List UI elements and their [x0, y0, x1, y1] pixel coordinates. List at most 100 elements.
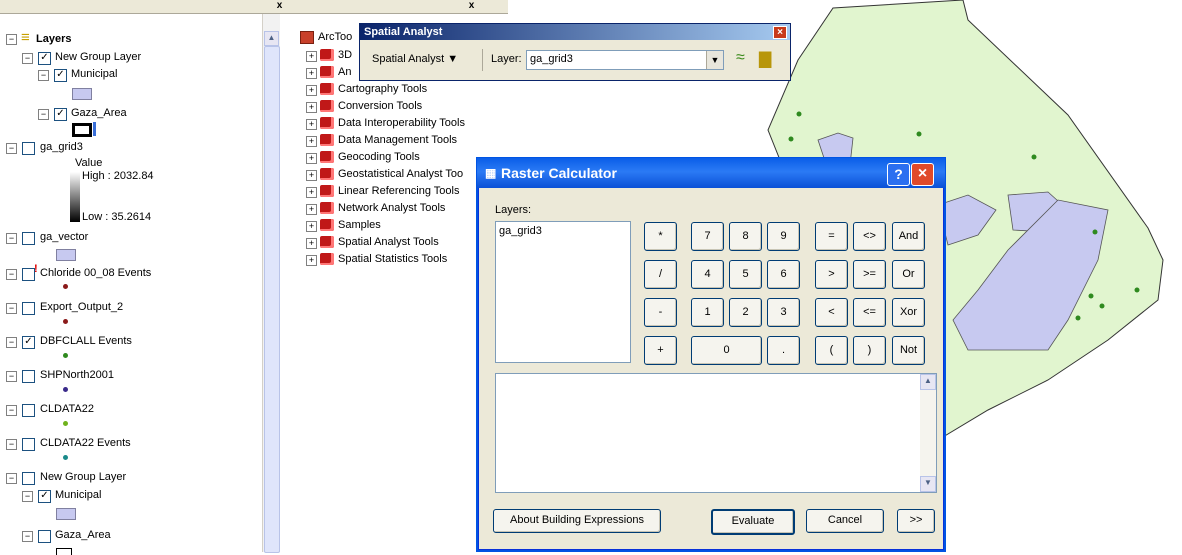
divide-button[interactable]: /	[644, 260, 677, 289]
toolbox-expand-toggle[interactable]: +	[306, 221, 317, 232]
toolbox-item-label[interactable]: 3D	[338, 47, 352, 63]
help-button[interactable]: ?	[887, 163, 910, 186]
toolbox-expand-toggle[interactable]: +	[306, 85, 317, 96]
group-layer2-collapse-toggle[interactable]: −	[6, 473, 17, 484]
evaluate-button[interactable]: Evaluate	[711, 509, 795, 535]
toolbox-expand-toggle[interactable]: +	[306, 170, 317, 181]
gaza-area-collapse-toggle[interactable]: −	[38, 109, 49, 120]
key-2-button[interactable]: 2	[729, 298, 762, 327]
toolbox-item-label[interactable]: Spatial Statistics Tools	[338, 251, 447, 267]
ga-grid3-collapse-toggle[interactable]: −	[6, 143, 17, 154]
municipal2-collapse-toggle[interactable]: −	[22, 491, 33, 502]
contour-tool-icon[interactable]: ≈	[736, 49, 745, 67]
dbfclall-collapse-toggle[interactable]: −	[6, 337, 17, 348]
right-paren-button[interactable]: )	[853, 336, 886, 365]
key-0-button[interactable]: 0	[691, 336, 762, 365]
toolbox-expand-toggle[interactable]: +	[306, 204, 317, 215]
raster-calculator-titlebar[interactable]: ▦ Raster Calculator ? ×	[477, 158, 945, 188]
gaza-area2-checkbox[interactable]	[38, 530, 51, 543]
spatial-analyst-close-button[interactable]: ×	[773, 26, 787, 39]
layer-list-item[interactable]: ga_grid3	[499, 225, 542, 237]
shpnorth-collapse-toggle[interactable]: −	[6, 371, 17, 382]
decimal-point-button[interactable]: .	[767, 336, 800, 365]
toolbox-item-label[interactable]: Data Interoperability Tools	[338, 115, 465, 131]
ga-grid3-checkbox[interactable]	[22, 142, 35, 155]
greater-equal-button[interactable]: >=	[853, 260, 886, 289]
toolbox-item-label[interactable]: Spatial Analyst Tools	[338, 234, 439, 250]
key-7-button[interactable]: 7	[691, 222, 724, 251]
toolbox-expand-toggle[interactable]: +	[306, 136, 317, 147]
toc-close-button[interactable]: x	[274, 1, 285, 12]
toolbox-expand-toggle[interactable]: +	[306, 102, 317, 113]
less-equal-button[interactable]: <=	[853, 298, 886, 327]
expression-textarea[interactable]: ▲ ▼	[495, 373, 937, 493]
dbfclall-checkbox[interactable]: ✓	[22, 336, 35, 349]
not-button[interactable]: Not	[892, 336, 925, 365]
key-6-button[interactable]: 6	[767, 260, 800, 289]
spatial-analyst-titlebar[interactable]: Spatial Analyst ×	[360, 24, 790, 40]
cldata22-checkbox[interactable]	[22, 404, 35, 417]
expression-scrollbar[interactable]: ▲ ▼	[920, 374, 936, 492]
left-paren-button[interactable]: (	[815, 336, 848, 365]
not-equal-button[interactable]: <>	[853, 222, 886, 251]
close-button[interactable]: ×	[911, 163, 934, 186]
toolbox-item-label[interactable]: Geostatistical Analyst Too	[338, 166, 463, 182]
gaza-area-checkbox[interactable]: ✓	[54, 108, 67, 121]
cldata22-collapse-toggle[interactable]: −	[6, 405, 17, 416]
toc-scrollbar[interactable]: ▲	[262, 14, 280, 553]
toolbox-item-label[interactable]: Linear Referencing Tools	[338, 183, 459, 199]
toc-scroll-thumb[interactable]	[264, 46, 280, 553]
toolbox-item-label[interactable]: Samples	[338, 217, 381, 233]
key-9-button[interactable]: 9	[767, 222, 800, 251]
arctoolbox-close-button[interactable]: x	[466, 1, 477, 12]
toolbox-expand-toggle[interactable]: +	[306, 68, 317, 79]
more-options-button[interactable]: >>	[897, 509, 935, 533]
toolbox-expand-toggle[interactable]: +	[306, 238, 317, 249]
layer-select[interactable]: ga_grid3 ▼	[526, 50, 724, 70]
ga-vector-checkbox[interactable]	[22, 232, 35, 245]
cancel-button[interactable]: Cancel	[806, 509, 884, 533]
toolbox-expand-toggle[interactable]: +	[306, 255, 317, 266]
plus-button[interactable]: +	[644, 336, 677, 365]
spatial-analyst-menu[interactable]: Spatial Analyst ▼	[372, 53, 458, 65]
municipal-collapse-toggle[interactable]: −	[38, 70, 49, 81]
toolbox-item-label[interactable]: Conversion Tools	[338, 98, 422, 114]
toolbox-expand-toggle[interactable]: +	[306, 187, 317, 198]
layers-collapse-toggle[interactable]: −	[6, 34, 17, 45]
about-building-expressions-button[interactable]: About Building Expressions	[493, 509, 661, 533]
chevron-down-icon[interactable]: ▼	[706, 51, 723, 69]
toolbox-expand-toggle[interactable]: +	[306, 51, 317, 62]
gaza-area2-collapse-toggle[interactable]: −	[22, 531, 33, 542]
key-3-button[interactable]: 3	[767, 298, 800, 327]
export-output-collapse-toggle[interactable]: −	[6, 303, 17, 314]
cldata22-events-checkbox[interactable]	[22, 438, 35, 451]
layers-listbox[interactable]: ga_grid3	[495, 221, 631, 363]
shpnorth-checkbox[interactable]	[22, 370, 35, 383]
toolbox-item-label[interactable]: Cartography Tools	[338, 81, 427, 97]
and-button[interactable]: And	[892, 222, 925, 251]
toc-scroll-up-button[interactable]: ▲	[264, 31, 279, 46]
key-1-button[interactable]: 1	[691, 298, 724, 327]
scroll-down-icon[interactable]: ▼	[920, 476, 936, 492]
toolbox-item-label[interactable]: Network Analyst Tools	[338, 200, 445, 216]
municipal2-checkbox[interactable]: ✓	[38, 490, 51, 503]
multiply-button[interactable]: *	[644, 222, 677, 251]
scroll-up-icon[interactable]: ▲	[920, 374, 936, 390]
greater-than-button[interactable]: >	[815, 260, 848, 289]
less-than-button[interactable]: <	[815, 298, 848, 327]
toolbox-expand-toggle[interactable]: +	[306, 153, 317, 164]
xor-button[interactable]: Xor	[892, 298, 925, 327]
municipal-checkbox[interactable]: ✓	[54, 69, 67, 82]
toolbox-expand-toggle[interactable]: +	[306, 119, 317, 130]
group-layer2-checkbox[interactable]	[22, 472, 35, 485]
equals-button[interactable]: =	[815, 222, 848, 251]
chloride-collapse-toggle[interactable]: −	[6, 269, 17, 280]
export-output-checkbox[interactable]	[22, 302, 35, 315]
toolbox-item-label[interactable]: Geocoding Tools	[338, 149, 420, 165]
toolbox-item-label[interactable]: Data Management Tools	[338, 132, 457, 148]
or-button[interactable]: Or	[892, 260, 925, 289]
histogram-icon[interactable]: ▇	[759, 49, 771, 69]
cldata22-events-collapse-toggle[interactable]: −	[6, 439, 17, 450]
key-8-button[interactable]: 8	[729, 222, 762, 251]
group-layer-collapse-toggle[interactable]: −	[22, 53, 33, 64]
